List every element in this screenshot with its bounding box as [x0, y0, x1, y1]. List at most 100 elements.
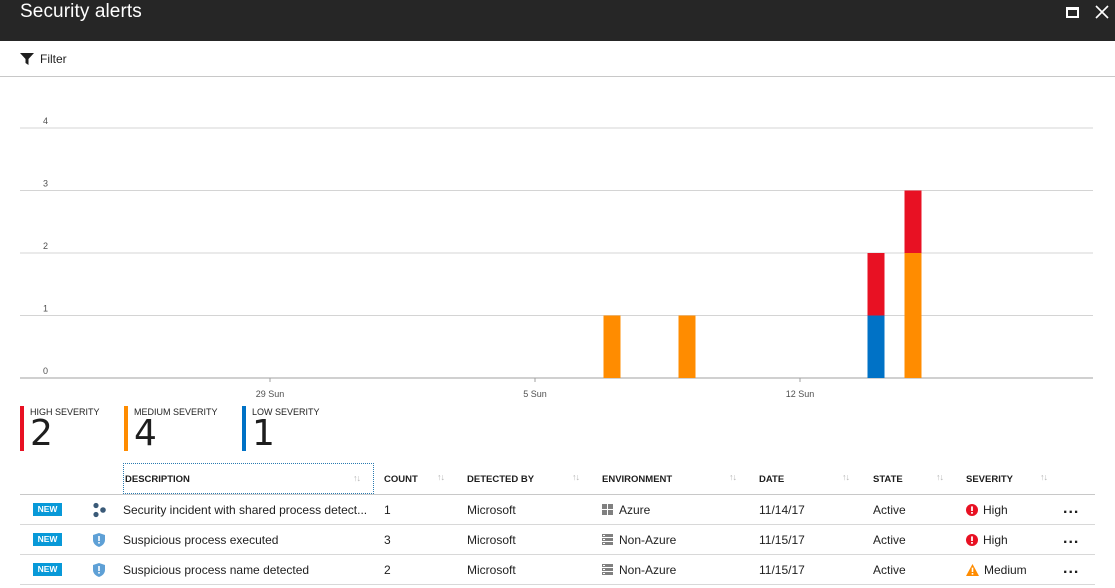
chart-bar-segment: [678, 315, 696, 378]
alert-description: Security incident with shared process de…: [123, 503, 368, 517]
alert-date: 11/15/17: [759, 563, 805, 577]
more-options-button[interactable]: ...: [1063, 530, 1079, 548]
table-row[interactable]: NEW Suspicious process name detected 2 M…: [20, 555, 1095, 585]
sort-icon: ↑↓: [936, 472, 944, 482]
medium-severity-bar: [124, 406, 128, 451]
alert-environment: Non-Azure: [602, 533, 676, 547]
chart-x-tick-label: 5 Sun: [523, 389, 547, 399]
alert-environment: Azure: [602, 503, 650, 517]
low-severity-bar: [242, 406, 246, 451]
maximize-button[interactable]: [1066, 4, 1086, 24]
low-severity-count: 1: [252, 413, 275, 454]
more-options-button[interactable]: ...: [1063, 500, 1079, 518]
chart-y-tick-label: 2: [43, 241, 48, 251]
alert-count: 1: [384, 503, 391, 517]
severity-label: High: [983, 503, 1008, 517]
column-label-description: DESCRIPTION: [125, 474, 190, 485]
table-header: DESCRIPTION ↑↓ COUNT ↑↓ DETECTED BY ↑↓ E…: [20, 463, 1095, 495]
column-header-detected-by[interactable]: DETECTED BY ↑↓: [467, 463, 587, 494]
shield-icon: [93, 533, 105, 547]
table-row[interactable]: NEW Security incident with shared proces…: [20, 495, 1095, 525]
column-label-environment: ENVIRONMENT: [602, 474, 673, 485]
sort-icon: ↑↓: [1040, 472, 1048, 482]
table-row[interactable]: NEW Suspicious process executed 3 Micros…: [20, 525, 1095, 555]
command-bar: Filter: [0, 41, 1115, 77]
warning-icon: [966, 564, 979, 576]
sort-icon: ↑↓: [572, 472, 580, 482]
shared-process-icon: [93, 502, 106, 518]
severity-label: High: [983, 533, 1008, 547]
sort-icon: ↑↓: [353, 473, 361, 483]
alert-description: Suspicious process name detected: [123, 563, 310, 577]
alert-count: 2: [384, 563, 391, 577]
severity-label: Medium: [984, 563, 1027, 577]
chart-x-tick-label: 29 Sun: [256, 389, 285, 399]
alert-state: Active: [873, 533, 906, 547]
chart-bar-segment: [603, 315, 621, 378]
maximize-icon: [1066, 7, 1079, 18]
alert-date: 11/14/17: [759, 503, 805, 517]
column-header-description[interactable]: DESCRIPTION ↑↓: [123, 463, 374, 494]
alert-count: 3: [384, 533, 391, 547]
alerts-table: DESCRIPTION ↑↓ COUNT ↑↓ DETECTED BY ↑↓ E…: [20, 463, 1095, 585]
chart-x-tick-label: 12 Sun: [786, 389, 815, 399]
chart-bar-segment: [867, 253, 885, 316]
window-title: Security alerts: [20, 1, 142, 22]
chart-y-tick-label: 3: [43, 179, 48, 189]
column-header-environment[interactable]: ENVIRONMENT ↑↓: [602, 463, 742, 494]
filter-label: Filter: [40, 52, 67, 66]
title-bar: Security alerts: [0, 0, 1115, 41]
chart-bar-segment: [904, 190, 922, 253]
column-label-count: COUNT: [384, 474, 418, 485]
chart-y-tick-label: 4: [43, 116, 48, 126]
chart-bar-segment: [904, 253, 922, 378]
alert-state: Active: [873, 503, 906, 517]
environment-label: Non-Azure: [619, 563, 677, 577]
new-badge: NEW: [33, 533, 62, 546]
new-badge: NEW: [33, 563, 62, 576]
column-label-severity: SEVERITY: [966, 474, 1013, 485]
alert-date: 11/15/17: [759, 533, 805, 547]
medium-severity-count: 4: [134, 413, 157, 454]
environment-label: Azure: [619, 503, 651, 517]
error-icon: [966, 504, 978, 516]
high-severity-summary: HIGH SEVERITY 2: [20, 405, 120, 454]
alert-severity: High: [966, 503, 1008, 517]
alert-severity: High: [966, 533, 1008, 547]
alert-severity: Medium: [966, 563, 1027, 577]
more-options-button[interactable]: ...: [1063, 560, 1079, 578]
column-header-state[interactable]: STATE ↑↓: [873, 463, 953, 494]
sort-icon: ↑↓: [729, 472, 737, 482]
shield-icon: [93, 563, 105, 577]
alerts-chart: 0 1 2 3 4 29 Sun 5 Sun 12 Sun: [20, 116, 1093, 399]
alert-description: Suspicious process executed: [123, 533, 279, 547]
filter-icon: [20, 53, 34, 65]
close-icon: [1095, 5, 1109, 19]
chart-bar-segment: [867, 315, 885, 378]
filter-button[interactable]: Filter: [20, 50, 67, 68]
alert-state: Active: [873, 563, 906, 577]
column-header-count[interactable]: COUNT ↑↓: [384, 463, 454, 494]
high-severity-bar: [20, 406, 24, 451]
environment-label: Non-Azure: [619, 533, 677, 547]
medium-severity-summary: MEDIUM SEVERITY 4: [124, 405, 234, 454]
column-label-state: STATE: [873, 474, 903, 485]
alert-detected-by: Microsoft: [467, 503, 516, 517]
low-severity-summary: LOW SEVERITY 1: [242, 405, 342, 454]
close-button[interactable]: [1094, 4, 1114, 24]
windows-icon: [602, 504, 613, 515]
column-header-severity[interactable]: SEVERITY ↑↓: [966, 463, 1056, 494]
sort-icon: ↑↓: [842, 472, 850, 482]
column-header-date[interactable]: DATE ↑↓: [759, 463, 859, 494]
high-severity-count: 2: [30, 413, 53, 454]
new-badge: NEW: [33, 503, 62, 516]
alert-environment: Non-Azure: [602, 563, 676, 577]
chart-y-tick-label: 0: [43, 366, 48, 376]
server-icon: [602, 564, 613, 575]
chart-y-tick-label: 1: [43, 304, 48, 314]
alert-detected-by: Microsoft: [467, 563, 516, 577]
column-label-detected-by: DETECTED BY: [467, 474, 535, 485]
error-icon: [966, 534, 978, 546]
sort-icon: ↑↓: [437, 472, 445, 482]
server-icon: [602, 534, 613, 545]
